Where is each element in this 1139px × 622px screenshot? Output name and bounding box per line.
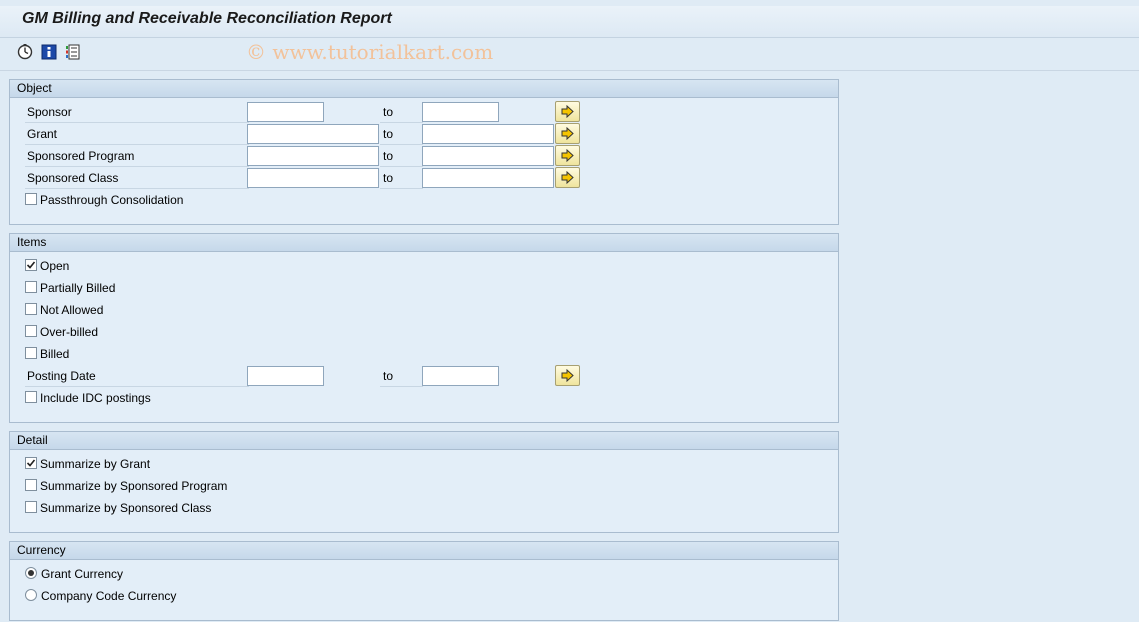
checkbox-label: Passthrough Consolidation [40, 193, 184, 207]
group-detail: Detail Summarize by Grant Summarize by S… [9, 431, 839, 533]
checkbox-box[interactable] [25, 325, 37, 337]
label-to: to [380, 124, 423, 145]
checkbox-box[interactable] [25, 347, 37, 359]
selection-screen-icon[interactable] [65, 44, 81, 60]
radio-circle[interactable] [25, 589, 37, 601]
checkbox-label: Summarize by Sponsored Program [40, 479, 228, 493]
arrow-right-icon [561, 127, 574, 140]
grant-from-input[interactable] [247, 124, 379, 144]
grant-to-input[interactable] [422, 124, 554, 144]
execute-icon[interactable] [17, 44, 33, 60]
partially-billed-checkbox[interactable]: Partially Billed [25, 278, 325, 298]
grant-multiple-selection-button[interactable] [555, 123, 580, 144]
radio-selected-dot [28, 570, 34, 576]
summarize-by-sponsored-class-checkbox[interactable]: Summarize by Sponsored Class [25, 498, 325, 518]
over-billed-checkbox[interactable]: Over-billed [25, 322, 325, 342]
grant-currency-radio[interactable]: Grant Currency [25, 564, 325, 584]
sponsored-class-from-input[interactable] [247, 168, 379, 188]
label-to: to [380, 168, 423, 189]
sponsor-multiple-selection-button[interactable] [555, 101, 580, 122]
sponsored-program-multiple-selection-button[interactable] [555, 145, 580, 166]
posting-date-from-input[interactable] [247, 366, 324, 386]
checkbox-label: Summarize by Sponsored Class [40, 501, 212, 515]
checkbox-label: Billed [40, 347, 70, 361]
posting-date-to-input[interactable] [422, 366, 499, 386]
sponsor-from-input[interactable] [247, 102, 324, 122]
arrow-right-icon [561, 105, 574, 118]
label-sponsor: Sponsor [25, 102, 249, 123]
checkbox-box[interactable] [25, 457, 37, 469]
checkmark-icon [26, 261, 36, 269]
billed-checkbox[interactable]: Billed [25, 344, 325, 364]
include-idc-postings-checkbox[interactable]: Include IDC postings [25, 388, 325, 408]
label-sponsored-class: Sponsored Class [25, 168, 249, 189]
label-to: to [380, 146, 423, 167]
sponsored-class-to-input[interactable] [422, 168, 554, 188]
group-items: Items Open Partially Billed Not Allowed … [9, 233, 839, 423]
group-header-detail: Detail [10, 432, 838, 450]
group-header-currency: Currency [10, 542, 838, 560]
label-to: to [380, 366, 423, 387]
group-header-items: Items [10, 234, 838, 252]
group-currency: Currency Grant Currency Company Code Cur… [9, 541, 839, 621]
sponsored-class-multiple-selection-button[interactable] [555, 167, 580, 188]
arrow-right-icon [561, 171, 574, 184]
label-sponsored-program: Sponsored Program [25, 146, 249, 167]
posting-date-multiple-selection-button[interactable] [555, 365, 580, 386]
label-grant: Grant [25, 124, 249, 145]
summarize-by-grant-checkbox[interactable]: Summarize by Grant [25, 454, 325, 474]
checkbox-label: Not Allowed [40, 303, 104, 317]
company-code-currency-radio[interactable]: Company Code Currency [25, 586, 325, 606]
checkbox-box[interactable] [25, 259, 37, 271]
info-icon[interactable] [41, 44, 57, 60]
checkbox-label: Open [40, 259, 70, 273]
checkbox-label: Summarize by Grant [40, 457, 151, 471]
checkmark-icon [26, 459, 36, 467]
label-to: to [380, 102, 423, 123]
checkbox-label: Over-billed [40, 325, 99, 339]
checkbox-label: Include IDC postings [40, 391, 151, 405]
radio-label: Grant Currency [41, 567, 124, 581]
group-object: Object Sponsor to Grant to Sponsored Pro… [9, 79, 839, 225]
application-toolbar: © www.tutorialkart.com [0, 38, 1139, 71]
group-header-object: Object [10, 80, 838, 98]
checkbox-box[interactable] [25, 391, 37, 403]
passthrough-consolidation-checkbox[interactable]: Passthrough Consolidation [25, 190, 325, 210]
sponsored-program-from-input[interactable] [247, 146, 379, 166]
checkbox-box[interactable] [25, 479, 37, 491]
open-checkbox[interactable]: Open [25, 256, 325, 276]
checkbox-label: Partially Billed [40, 281, 116, 295]
arrow-right-icon [561, 369, 574, 382]
title-bar: GM Billing and Receivable Reconciliation… [0, 6, 1139, 38]
label-posting-date: Posting Date [25, 366, 249, 387]
checkbox-box[interactable] [25, 281, 37, 293]
arrow-right-icon [561, 149, 574, 162]
watermark-text: © www.tutorialkart.com [246, 40, 494, 64]
checkbox-box[interactable] [25, 193, 37, 205]
radio-label: Company Code Currency [41, 589, 177, 603]
not-allowed-checkbox[interactable]: Not Allowed [25, 300, 325, 320]
radio-circle[interactable] [25, 567, 37, 579]
summarize-by-sponsored-program-checkbox[interactable]: Summarize by Sponsored Program [25, 476, 325, 496]
checkbox-box[interactable] [25, 303, 37, 315]
sponsored-program-to-input[interactable] [422, 146, 554, 166]
checkbox-box[interactable] [25, 501, 37, 513]
sponsor-to-input[interactable] [422, 102, 499, 122]
page-title: GM Billing and Receivable Reconciliation… [22, 10, 392, 27]
